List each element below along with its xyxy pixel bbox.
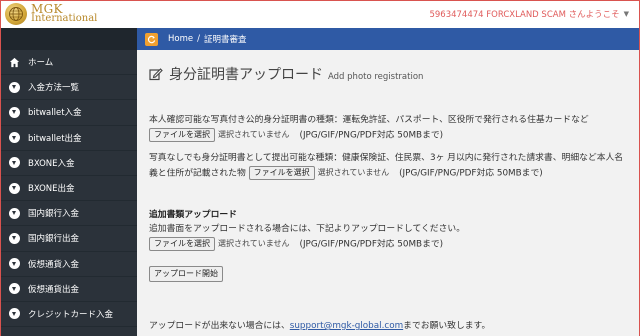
id-with-photo-description: 本人確認可能な写真付き公的身分証明書の種類：運転免許証、パスポート、区役所で発行…: [149, 115, 589, 125]
sidebar-item-credit-card-deposit[interactable]: クレジットカード入金: [1, 302, 137, 328]
additional-docs-section: 追加書類アップロード 追加書面をアップロードされる場合には、下記よりアップロード…: [149, 209, 627, 252]
circle-down-icon: [9, 308, 20, 320]
page-title-text: 身分証明書アップロード: [169, 67, 323, 83]
sidebar-item-bxone-deposit[interactable]: BXONE入金: [1, 151, 137, 176]
file-format-note: (JPG/GIF/PNG/PDF対応 50MBまで): [299, 130, 444, 140]
sidebar-item-label: bitwallet入金: [28, 108, 82, 119]
support-note: アップロードが出来ない場合には、support@mgk-global.comまで…: [149, 318, 490, 331]
sidebar-item-crypto-withdraw[interactable]: 仮想通貨出金: [1, 277, 137, 302]
circle-down-icon: [9, 132, 20, 144]
support-email-link[interactable]: support@mgk-global.com: [290, 321, 403, 331]
main-content: 身分証明書アップロード Add photo registration 本人確認可…: [137, 50, 639, 336]
upload-start-button[interactable]: アップロード開始: [149, 266, 223, 282]
sidebar-item-label: クレジットカード入金: [28, 309, 114, 320]
sidebar-item-domestic-bank-deposit[interactable]: 国内銀行入金: [1, 201, 137, 227]
globe-icon: [5, 3, 27, 25]
refresh-icon[interactable]: [145, 32, 158, 46]
sidebar-item-bitwallet-withdraw[interactable]: bitwallet出金: [1, 126, 137, 151]
home-icon: [9, 57, 20, 67]
user-greeting: 5963474474 FORCXLAND SCAM さんようこそ: [429, 10, 620, 20]
sidebar-item-label: ホーム: [28, 58, 54, 69]
sidebar-item-label: BXONE出金: [28, 184, 75, 195]
sidebar-header: [1, 28, 137, 50]
sidebar-item-home[interactable]: ホーム: [1, 50, 137, 76]
file-format-note: (JPG/GIF/PNG/PDF対応 50MBまで): [399, 168, 543, 178]
file-select-button-additional[interactable]: ファイルを選択: [149, 237, 215, 251]
sidebar-item-crypto-deposit[interactable]: 仮想通貨入金: [1, 252, 137, 277]
sidebar-item-label: 国内銀行出金: [28, 234, 80, 245]
circle-down-icon: [9, 182, 20, 194]
support-note-prefix: アップロードが出来ない場合には、: [149, 321, 290, 331]
edit-icon: [149, 68, 163, 81]
sidebar-item-domestic-bank-withdraw[interactable]: 国内銀行出金: [1, 226, 137, 252]
sidebar: ホーム 入金方法一覧 bitwallet入金 bitwallet出金 BXONE…: [1, 28, 137, 336]
logo-subtitle: International: [31, 13, 98, 24]
additional-docs-title: 追加書類アップロード: [149, 210, 237, 220]
sidebar-item-label: 仮想通貨出金: [28, 284, 80, 295]
page-subtitle: Add photo registration: [328, 72, 424, 82]
chevron-down-icon: ▼: [623, 10, 629, 18]
sidebar-item-deposit-methods[interactable]: 入金方法一覧: [1, 75, 137, 101]
user-menu[interactable]: 5963474474 FORCXLAND SCAM さんようこそ ▼: [429, 8, 629, 20]
sidebar-item-bitwallet-deposit[interactable]: bitwallet入金: [1, 100, 137, 126]
sidebar-item-label: 入金方法一覧: [28, 83, 80, 94]
file-status: 選択されていません: [218, 239, 290, 249]
sidebar-item-bxone-withdraw[interactable]: BXONE出金: [1, 176, 137, 202]
id-with-photo-section: 本人確認可能な写真付き公的身分証明書の種類：運転免許証、パスポート、区役所で発行…: [149, 114, 627, 143]
circle-down-icon: [9, 283, 20, 295]
id-without-photo-section: 写真なしでも身分証明書として提出可能な種類：健康保険証、住民票、3ヶ 月以内に発…: [149, 152, 627, 181]
circle-down-icon: [9, 232, 20, 244]
file-format-note: (JPG/GIF/PNG/PDF対応 50MBまで): [299, 239, 444, 250]
file-status: 選択されていません: [218, 129, 290, 139]
sidebar-item-label: BXONE入金: [28, 158, 75, 169]
breadcrumb-current: 証明書審査: [203, 35, 247, 45]
file-select-button-no-photo-id[interactable]: ファイルを選択: [248, 165, 315, 180]
circle-down-icon: [9, 258, 20, 270]
file-status: 選択されていません: [317, 167, 390, 177]
circle-down-icon: [9, 207, 20, 219]
sidebar-item-label: 国内銀行入金: [28, 209, 80, 220]
circle-down-icon: [9, 81, 20, 93]
circle-down-icon: [9, 157, 20, 169]
circle-down-icon: [9, 106, 20, 118]
breadcrumb-home[interactable]: Home: [168, 34, 193, 44]
breadcrumb-separator: /: [197, 34, 200, 44]
logo[interactable]: MGK International: [5, 2, 97, 26]
support-note-suffix: までお願い致します。: [403, 321, 491, 331]
top-header: MGK International 5963474474 FORCXLAND S…: [1, 1, 639, 28]
breadcrumb: Home / 証明書審査: [137, 28, 639, 50]
sidebar-item-label: bitwallet出金: [28, 133, 82, 144]
page-title: 身分証明書アップロード Add photo registration: [149, 64, 423, 84]
file-select-button-photo-id[interactable]: ファイルを選択: [149, 127, 215, 142]
sidebar-item-label: 仮想通貨入金: [28, 259, 80, 270]
additional-docs-description: 追加書面をアップロードされる場合には、下記よりアップロードしてください。: [149, 223, 465, 234]
